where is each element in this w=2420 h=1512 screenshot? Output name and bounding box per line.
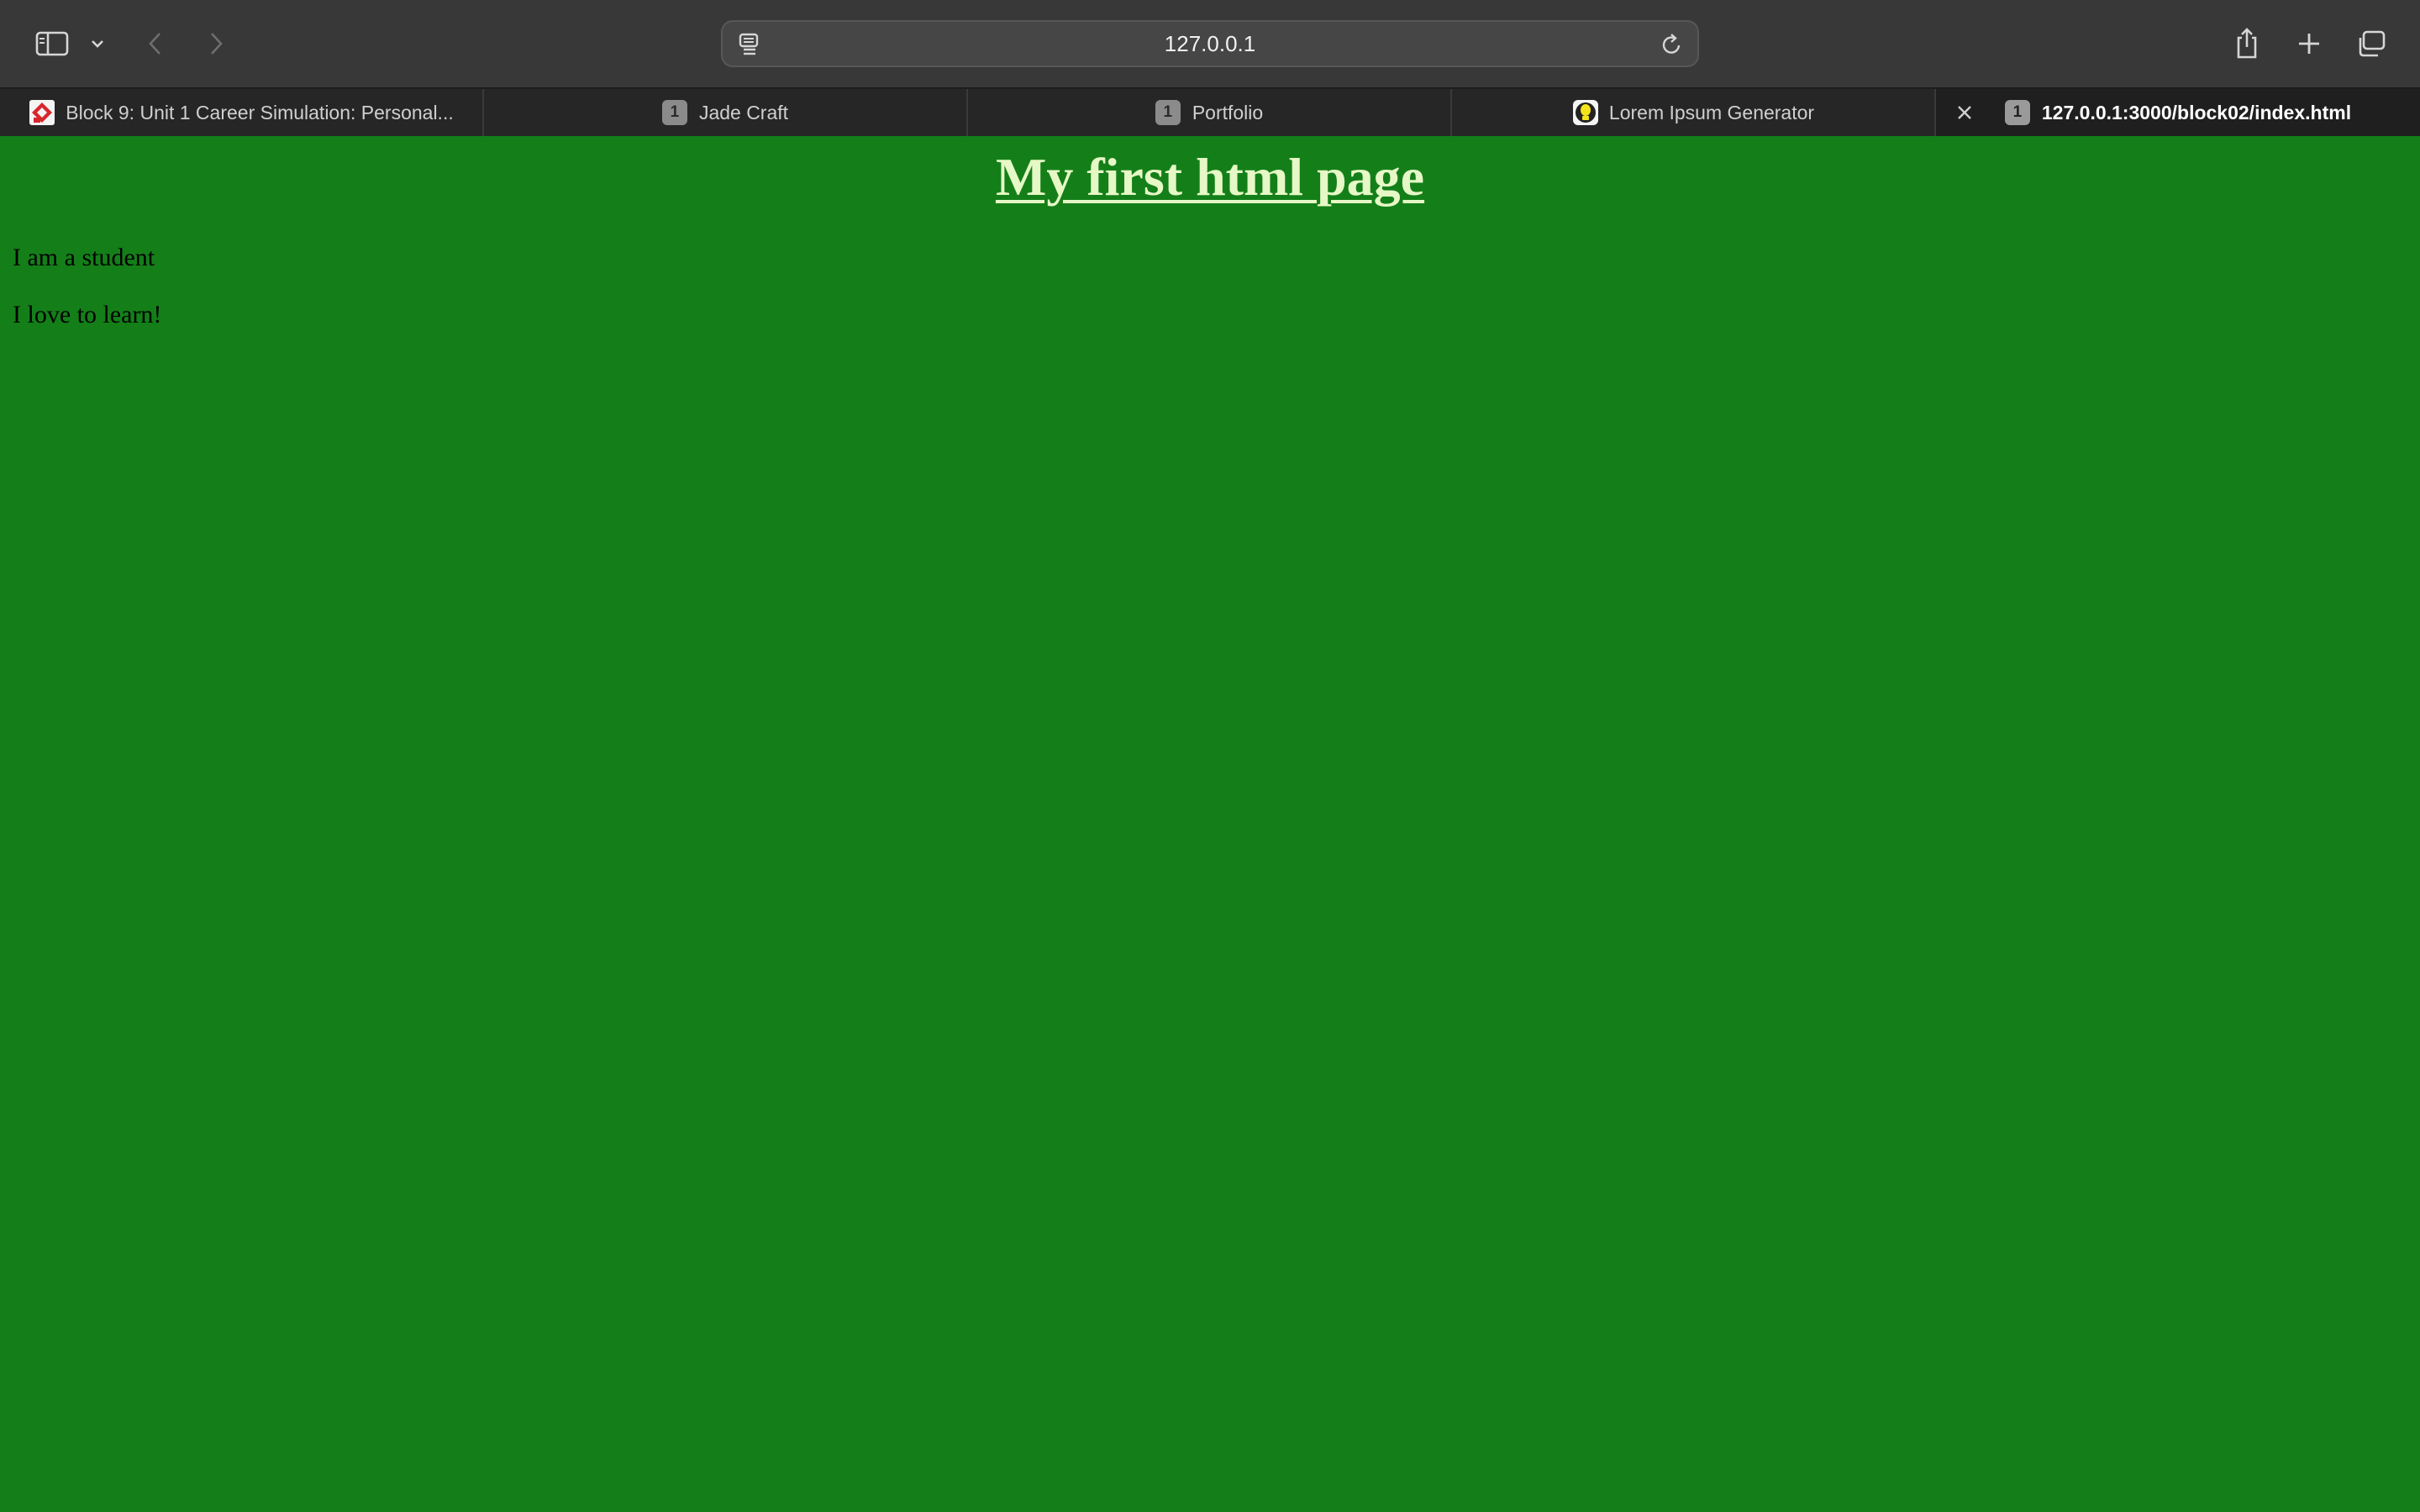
address-bar[interactable]: 127.0.0.1 xyxy=(721,20,1699,67)
tab-block9[interactable]: Block 9: Unit 1 Career Simulation: Perso… xyxy=(0,89,484,136)
back-icon[interactable] xyxy=(143,25,168,62)
chevron-down-icon[interactable] xyxy=(87,32,108,55)
tab-label: Portfolio xyxy=(1192,101,1264,123)
red-diamond-icon xyxy=(29,100,55,125)
yellow-bulb-icon xyxy=(1572,100,1598,125)
paragraph-student: I am a student xyxy=(13,244,155,271)
address-text[interactable]: 127.0.0.1 xyxy=(723,22,1697,66)
tab-label: 127.0.0.1:3000/block02/index.html xyxy=(2041,101,2352,123)
tab-badge: 1 xyxy=(1155,100,1181,125)
browser-toolbar: 127.0.0.1 xyxy=(0,0,2420,87)
tab-jade-craft[interactable]: 1 Jade Craft xyxy=(484,89,968,136)
close-tab-icon[interactable] xyxy=(1954,100,1975,129)
tab-localhost[interactable]: 1 127.0.0.1:3000/block02/index.html xyxy=(1936,89,2420,136)
tab-lorem-ipsum[interactable]: Lorem Ipsum Generator xyxy=(1452,89,1936,136)
tab-bar: Block 9: Unit 1 Career Simulation: Perso… xyxy=(0,87,2420,136)
new-tab-icon[interactable] xyxy=(2294,27,2324,60)
tab-label: Block 9: Unit 1 Career Simulation: Perso… xyxy=(66,101,454,123)
tab-badge: 1 xyxy=(661,100,687,125)
page-heading: My first html page xyxy=(995,147,1425,207)
tab-label: Jade Craft xyxy=(698,101,789,123)
reload-icon[interactable] xyxy=(1660,32,1684,61)
share-icon[interactable] xyxy=(2232,24,2262,62)
tab-label: Lorem Ipsum Generator xyxy=(1608,101,1815,123)
web-page: My first html page I am a student I love… xyxy=(0,136,2420,1512)
sidebar-icon[interactable] xyxy=(32,27,72,60)
paragraph-learn: I love to learn! xyxy=(13,301,162,328)
tab-portfolio[interactable]: 1 Portfolio xyxy=(968,89,1452,136)
tab-overview-icon[interactable] xyxy=(2354,27,2388,60)
tab-badge: 1 xyxy=(2004,100,2030,125)
forward-icon[interactable] xyxy=(203,25,229,62)
